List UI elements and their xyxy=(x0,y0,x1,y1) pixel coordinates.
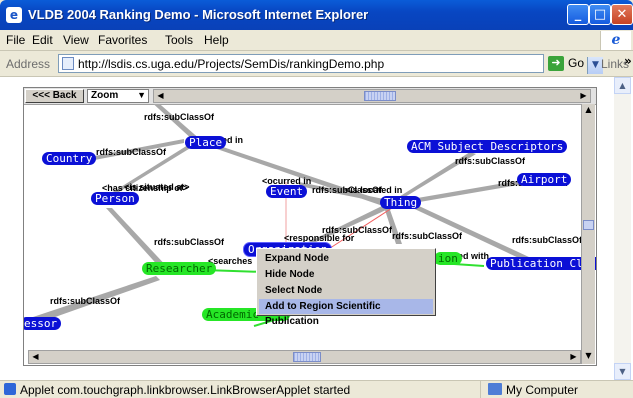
context-menu: Expand Node Hide Node Select Node Add to… xyxy=(256,248,436,327)
edge-label: rdfs:subClassOf xyxy=(392,231,463,241)
menu-item-select-node[interactable]: Select Node xyxy=(259,283,433,298)
menu-tools[interactable]: Tools xyxy=(165,33,193,47)
menu-bar: File Edit View Favorites Tools Help xyxy=(0,30,633,51)
scroll-up-icon[interactable]: ▲ xyxy=(582,104,595,116)
node-professor[interactable]: essor xyxy=(24,317,62,330)
go-label: Go xyxy=(568,56,585,70)
chevron-down-icon: ▼ xyxy=(137,90,146,100)
links-more-icon[interactable]: » xyxy=(624,54,632,68)
scroll-thumb[interactable] xyxy=(364,91,396,101)
node-partial-green[interactable]: ion xyxy=(434,252,462,265)
menu-item-hide-node[interactable]: Hide Node xyxy=(259,267,433,282)
edge-label: rdfs:subClassOf xyxy=(96,147,167,157)
scroll-left-icon[interactable]: ◀ xyxy=(154,90,167,102)
scroll-right-icon[interactable]: ▶ xyxy=(567,351,580,363)
menu-view[interactable]: View xyxy=(63,33,89,47)
node-country[interactable]: Country xyxy=(42,152,97,165)
edge-label: <is located in xyxy=(345,185,403,195)
bottom-horizontal-scrollbar[interactable]: ◀ ▶ xyxy=(28,350,581,364)
applet-status-icon xyxy=(4,383,16,395)
close-button[interactable]: ✕ xyxy=(611,4,633,25)
ie-icon: e xyxy=(6,7,22,23)
node-event[interactable]: Event xyxy=(266,185,308,198)
edge-label: <is situated at> xyxy=(124,182,190,192)
menu-help[interactable]: Help xyxy=(204,33,229,47)
windows-logo-icon: e xyxy=(600,31,631,50)
address-input[interactable]: http://lsdis.cs.uga.edu/Projects/SemDis/… xyxy=(58,54,603,74)
minimize-button[interactable]: _ xyxy=(567,4,589,25)
menu-favorites[interactable]: Favorites xyxy=(98,33,147,47)
back-button[interactable]: <<< Back xyxy=(25,89,84,103)
edge-label: rdfs:subClassOf xyxy=(50,296,121,306)
status-divider xyxy=(480,381,481,398)
menu-item-expand-node[interactable]: Expand Node xyxy=(259,251,433,266)
node-airport[interactable]: Airport xyxy=(517,173,572,186)
scroll-thumb[interactable] xyxy=(293,352,321,362)
scroll-thumb[interactable] xyxy=(583,220,594,230)
node-researcher[interactable]: Researcher xyxy=(142,262,217,275)
go-button[interactable]: ➜ Go xyxy=(548,55,594,73)
scroll-down-icon[interactable]: ▼ xyxy=(614,363,631,380)
scroll-right-icon[interactable]: ▶ xyxy=(577,90,590,102)
title-bar[interactable]: e VLDB 2004 Ranking Demo - Microsoft Int… xyxy=(0,0,633,30)
touchgraph-applet[interactable]: <<< Back Zoom ▼ ◀ ▶ rdfs:subClassOf ted … xyxy=(23,87,597,366)
page-vertical-scrollbar[interactable]: ▲ ▼ xyxy=(614,77,631,380)
security-zone: My Computer xyxy=(506,383,579,397)
top-horizontal-scrollbar[interactable]: ◀ ▶ xyxy=(153,89,591,103)
window-title: VLDB 2004 Ranking Demo - Microsoft Inter… xyxy=(28,7,369,22)
edge-label: ed with xyxy=(458,251,489,261)
go-arrow-icon: ➜ xyxy=(548,56,564,71)
status-text: Applet com.touchgraph.linkbrowser.LinkBr… xyxy=(20,383,351,397)
menu-file[interactable]: File xyxy=(6,33,25,47)
computer-icon xyxy=(488,383,502,395)
edge-label: rdfs:subClassOf xyxy=(512,235,583,245)
maximize-button[interactable]: □ xyxy=(589,4,611,25)
address-bar: Address http://lsdis.cs.uga.edu/Projects… xyxy=(0,52,633,77)
address-label: Address xyxy=(6,57,51,71)
page-icon xyxy=(62,57,74,70)
edge-label: rdfs:subClassOf xyxy=(154,237,225,247)
applet-vertical-scrollbar[interactable]: ▲ ▼ xyxy=(581,104,595,364)
scroll-down-icon[interactable]: ▼ xyxy=(582,350,595,362)
zoom-label: Zoom xyxy=(91,90,119,101)
menu-item-add-to-region[interactable]: Add to Region Scientific Publication xyxy=(259,299,433,327)
node-thing[interactable]: Thing xyxy=(380,196,422,209)
scroll-left-icon[interactable]: ◀ xyxy=(29,351,42,363)
menu-edit[interactable]: Edit xyxy=(32,33,53,47)
edge-label: rdfs:subClassOf xyxy=(144,112,215,122)
address-url[interactable]: http://lsdis.cs.uga.edu/Projects/SemDis/… xyxy=(78,57,384,71)
node-person[interactable]: Person xyxy=(91,192,139,205)
scroll-up-icon[interactable]: ▲ xyxy=(614,77,631,94)
edge-label: rdfs:subClassOf xyxy=(455,156,526,166)
zoom-select[interactable]: Zoom ▼ xyxy=(87,89,149,103)
node-place[interactable]: Place xyxy=(185,136,227,149)
applet-toolbar: <<< Back Zoom ▼ ◀ ▶ xyxy=(24,88,596,105)
node-acm-subject-descriptors[interactable]: ACM Subject Descriptors xyxy=(407,140,568,153)
status-bar: Applet com.touchgraph.linkbrowser.LinkBr… xyxy=(0,380,633,398)
